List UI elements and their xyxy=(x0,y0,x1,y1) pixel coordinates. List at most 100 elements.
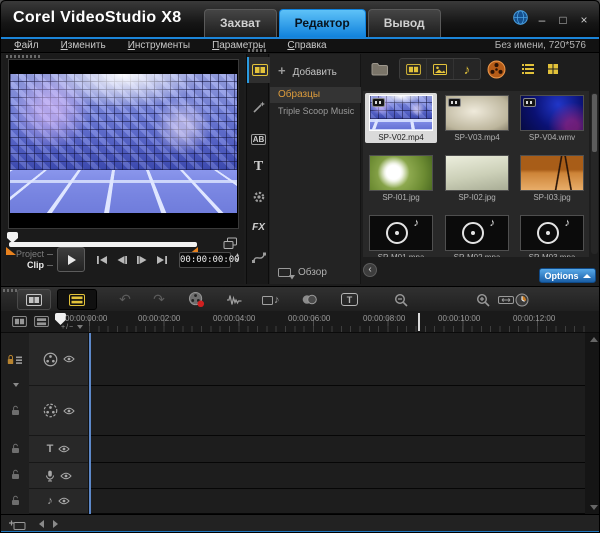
sound-mixer-icon[interactable] xyxy=(223,289,245,310)
timeline-toolbar: ↶ ↷ ♪ T 0:00:00:00 xyxy=(1,286,599,311)
library-scrollbar[interactable] xyxy=(591,93,598,254)
project-mode-label[interactable]: Project xyxy=(7,249,53,259)
tab-capture[interactable]: Захват xyxy=(204,9,277,37)
track-lock-icon[interactable] xyxy=(11,467,20,485)
scroll-timeline-right-icon[interactable] xyxy=(53,520,58,528)
options-button[interactable]: Options xyxy=(539,268,596,283)
track-header-music[interactable]: ♪ xyxy=(29,489,88,514)
filter-video-icon[interactable] xyxy=(400,59,427,79)
scroll-left-button[interactable]: ‹ xyxy=(363,263,377,277)
music-track[interactable] xyxy=(89,489,585,514)
browse-icon[interactable] xyxy=(278,267,295,285)
timeline-view-button[interactable] xyxy=(57,289,97,310)
motion-path-icon[interactable] xyxy=(247,244,270,270)
filters-icon[interactable]: FX xyxy=(247,214,270,240)
clip-mode-label[interactable]: Clip xyxy=(7,260,53,270)
library-item[interactable]: SP-I01.jpg xyxy=(365,153,437,203)
menu-edit[interactable]: Изменить xyxy=(61,40,106,51)
add-folder-button[interactable]: +Добавить xyxy=(278,63,337,78)
folder-up-icon[interactable] xyxy=(369,59,391,79)
auto-music-icon[interactable]: ♪ xyxy=(259,289,283,310)
track-header-title[interactable]: T xyxy=(29,436,88,463)
graphics-icon[interactable] xyxy=(247,184,270,210)
track-header-voice[interactable] xyxy=(29,463,88,489)
filter-photo-icon[interactable] xyxy=(427,59,454,79)
voice-track[interactable] xyxy=(89,463,585,489)
tracks-scroll-up-icon[interactable] xyxy=(590,337,598,342)
collapse-tracks-icon[interactable] xyxy=(13,374,19,392)
library-item[interactable]: SP-V04.wmv xyxy=(516,93,588,143)
library-item[interactable]: ♪ SP-M01.mpa xyxy=(365,213,437,257)
filter-audio-icon[interactable]: ♪ xyxy=(454,59,480,79)
item-label: SP-V03.mp4 xyxy=(441,133,513,142)
scroll-timeline-left-icon[interactable] xyxy=(39,520,44,528)
video-track[interactable] xyxy=(89,333,585,386)
library-item[interactable]: SP-V03.mp4 xyxy=(441,93,513,143)
folder-triple-scoop[interactable]: Triple Scoop Music xyxy=(270,103,361,119)
list-view-icon[interactable] xyxy=(517,59,539,79)
preview-video-frame xyxy=(8,59,239,229)
panel-drag-handle[interactable] xyxy=(6,55,40,58)
vinyl-record-icon xyxy=(386,222,408,244)
go-end-button[interactable] xyxy=(153,252,171,268)
menu-file[interactable]: Файл xyxy=(14,40,39,51)
show-all-tracks-icon[interactable] xyxy=(9,313,29,330)
timeline-ruler[interactable]: 00:00:00:00 00:00:02:00 00:00:04:00 00:0… xyxy=(1,311,599,333)
lock-all-tracks-icon[interactable] xyxy=(7,353,23,371)
scrubber-track[interactable] xyxy=(9,242,197,247)
prev-frame-button[interactable] xyxy=(113,252,131,268)
zoom-out-icon[interactable] xyxy=(391,289,411,310)
track-effects-icon[interactable] xyxy=(297,289,321,310)
record-capture-icon[interactable] xyxy=(185,289,207,310)
go-start-button[interactable] xyxy=(93,252,111,268)
library-item[interactable]: SP-V02.mp4 xyxy=(365,93,437,143)
project-end-marker[interactable] xyxy=(418,313,420,331)
track-height-icon[interactable] xyxy=(31,313,51,330)
next-frame-button[interactable] xyxy=(133,252,151,268)
spinner-down-icon[interactable]: ▼ xyxy=(233,258,242,264)
music-note-icon: ♪ xyxy=(565,217,571,229)
track-add-remove-menu[interactable]: +/− xyxy=(61,324,83,331)
browse-label[interactable]: Обзор xyxy=(298,267,327,278)
track-lock-icon[interactable] xyxy=(11,403,20,421)
track-lock-icon[interactable] xyxy=(11,441,20,459)
timecode-spinner[interactable]: ▲ ▼ xyxy=(233,252,242,268)
scrollbar-thumb[interactable] xyxy=(592,94,597,152)
tab-output[interactable]: Вывод xyxy=(368,9,441,37)
maximize-button[interactable]: □ xyxy=(556,13,570,27)
instant-project-icon[interactable] xyxy=(247,94,270,120)
menu-help[interactable]: Справка xyxy=(287,40,326,51)
play-button[interactable] xyxy=(57,247,85,272)
overlay-track[interactable] xyxy=(89,386,585,436)
media-reel-icon[interactable] xyxy=(486,59,506,79)
duration-clock-icon[interactable] xyxy=(512,289,532,310)
library-item[interactable]: SP-I02.jpg xyxy=(441,153,513,203)
close-button[interactable]: × xyxy=(577,13,591,27)
globe-icon[interactable] xyxy=(513,10,528,30)
track-header-overlay[interactable] xyxy=(29,386,88,436)
folder-samples[interactable]: Образцы xyxy=(270,87,361,103)
library-item[interactable]: ♪ SP-M02.mpa xyxy=(441,213,513,257)
track-header-video[interactable] xyxy=(29,333,88,386)
library-item[interactable]: SP-I03.jpg xyxy=(516,153,588,203)
tab-editor[interactable]: Редактор xyxy=(279,9,366,37)
timeline-playhead-line[interactable] xyxy=(89,333,91,514)
rail-drag-handle[interactable] xyxy=(248,49,268,52)
svg-text:♪: ♪ xyxy=(274,294,280,306)
undo-button[interactable]: ↶ xyxy=(115,289,135,310)
media-library-icon[interactable] xyxy=(247,57,270,83)
subtitle-editor-icon[interactable]: T xyxy=(337,289,361,310)
redo-button[interactable]: ↷ xyxy=(149,289,169,310)
zoom-in-icon[interactable] xyxy=(473,289,493,310)
minimize-button[interactable]: – xyxy=(535,13,549,27)
library-item[interactable]: ♪ SP-M03.mpa xyxy=(516,213,588,257)
tracks-scroll-down-icon[interactable] xyxy=(590,505,598,510)
item-label: SP-V04.wmv xyxy=(516,133,588,142)
track-lock-icon[interactable] xyxy=(11,493,20,511)
transitions-icon[interactable]: AB xyxy=(247,126,270,152)
title-track[interactable] xyxy=(89,436,585,463)
grid-view-icon[interactable] xyxy=(542,59,564,79)
titles-icon[interactable]: T xyxy=(247,154,270,180)
menu-tools[interactable]: Инструменты xyxy=(128,40,190,51)
storyboard-view-button[interactable] xyxy=(17,289,51,310)
